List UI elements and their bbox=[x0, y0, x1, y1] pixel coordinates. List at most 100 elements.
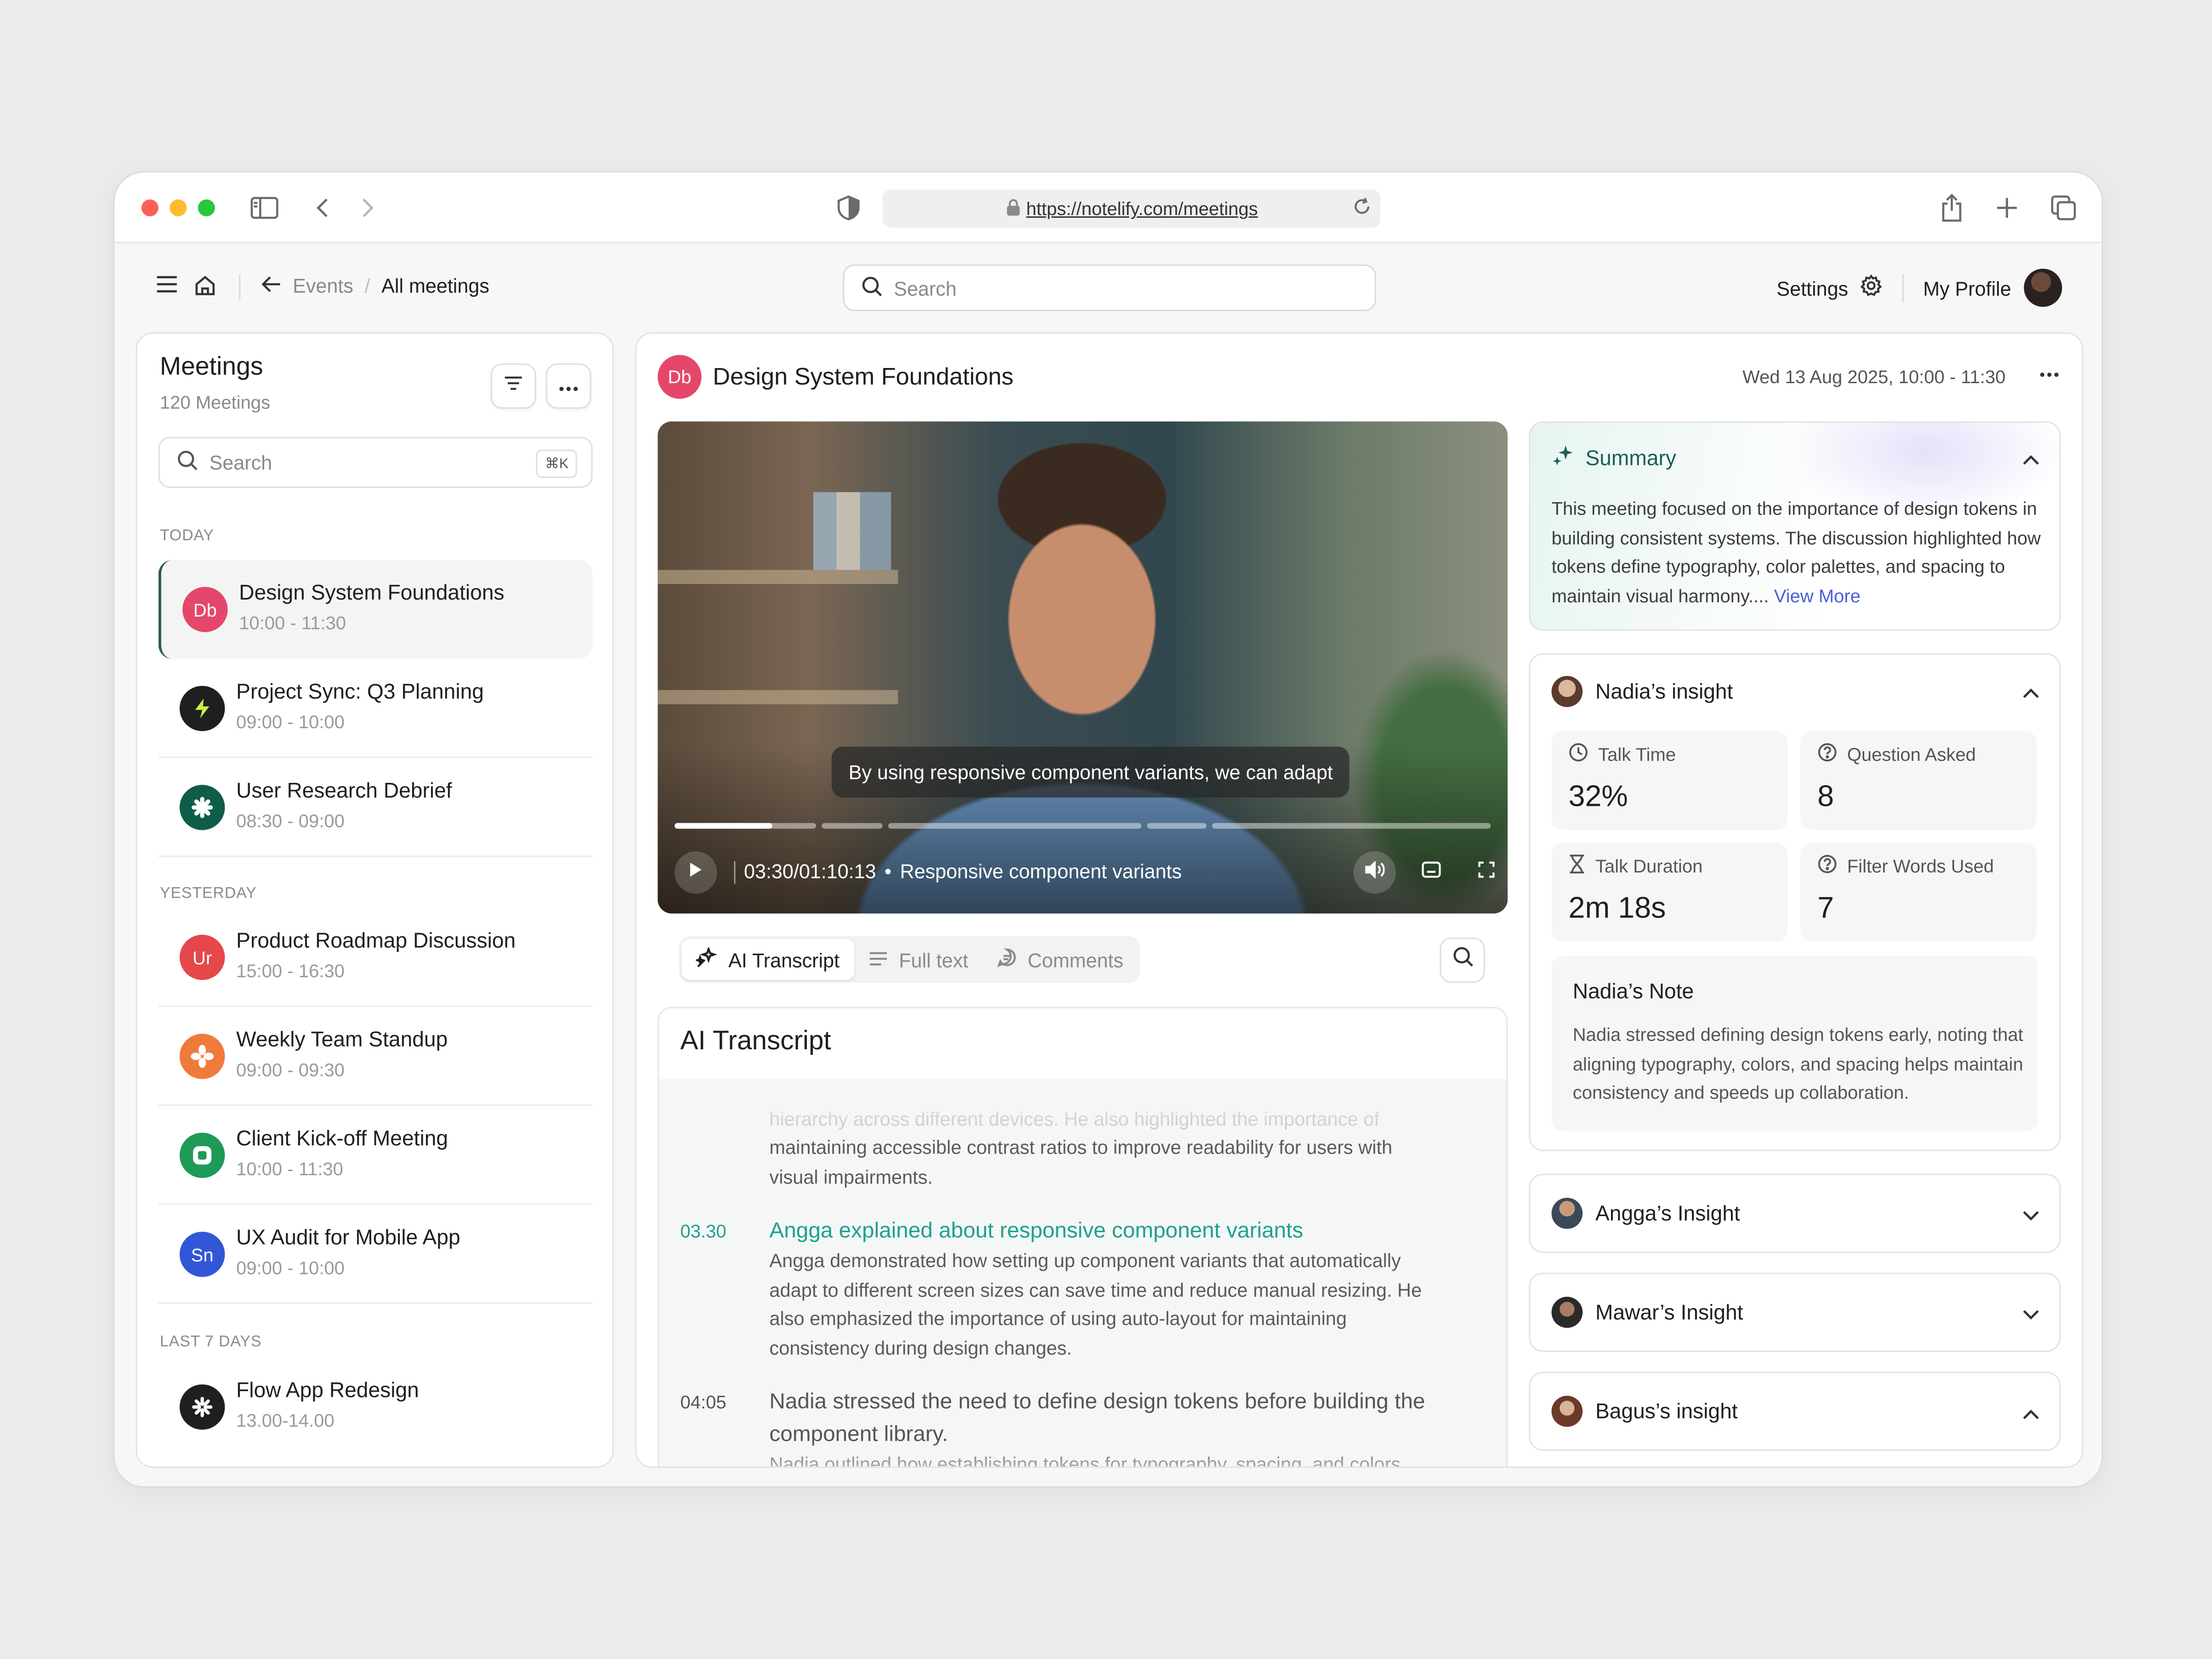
back-icon[interactable] bbox=[306, 191, 340, 225]
meeting-avatar: Db bbox=[658, 355, 702, 399]
stat-label: Talk Duration bbox=[1569, 854, 1703, 878]
meeting-title: UX Audit for Mobile App bbox=[236, 1226, 460, 1250]
chevron-up-icon[interactable] bbox=[2023, 447, 2040, 472]
global-search-input[interactable]: Search bbox=[843, 264, 1376, 311]
forward-icon[interactable] bbox=[351, 191, 385, 225]
profile-label: My Profile bbox=[1923, 276, 2011, 299]
meetings-search-input[interactable]: Search ⌘K bbox=[158, 437, 593, 488]
avatar bbox=[1551, 1198, 1583, 1229]
shield-icon[interactable] bbox=[832, 191, 866, 225]
group-yesterday: YESTERDAY bbox=[159, 885, 257, 902]
transcript-entry-title: Angga explained about responsive compone… bbox=[769, 1219, 1304, 1243]
insight-title: Nadia’s insight bbox=[1595, 679, 1733, 704]
meeting-item[interactable]: Client Kick-off Meeting 10:00 - 11:30 bbox=[158, 1106, 593, 1205]
accordion-header: Mawar’s Insight bbox=[1551, 1297, 1743, 1328]
stat-label-text: Filter Words Used bbox=[1847, 855, 1994, 877]
arrow-left-icon[interactable] bbox=[261, 274, 281, 297]
meeting-time: 15:00 - 16:30 bbox=[236, 960, 345, 982]
meeting-time: 10:00 - 11:30 bbox=[239, 612, 346, 634]
insight-header[interactable]: Nadia’s insight bbox=[1551, 676, 1733, 707]
header-divider bbox=[1902, 273, 1904, 302]
meeting-item[interactable]: Project Sync: Q3 Planning 09:00 - 10:00 bbox=[158, 659, 593, 758]
progress-segment bbox=[1212, 823, 1491, 829]
meeting-title: Design System Foundations bbox=[239, 581, 505, 606]
chevron-down-icon[interactable] bbox=[2023, 1302, 2040, 1328]
meeting-item[interactable]: User Research Debrief 08:30 - 09:00 bbox=[158, 758, 593, 857]
avatar bbox=[1551, 676, 1583, 707]
meeting-item[interactable]: Flow App Redesign 13.00-14.00 bbox=[159, 1358, 593, 1456]
breadcrumb-events[interactable]: Events bbox=[293, 274, 353, 297]
tab-full-text[interactable]: Full text bbox=[854, 939, 982, 980]
lock-icon bbox=[1005, 197, 1021, 220]
insight-accordion-angga[interactable]: Angga’s Insight bbox=[1529, 1173, 2061, 1253]
meeting-title: Weekly Team Standup bbox=[236, 1028, 448, 1053]
meeting-time: 09:00 - 10:00 bbox=[236, 1257, 345, 1279]
more-options-button[interactable] bbox=[546, 363, 591, 409]
accordion-label: Mawar’s Insight bbox=[1595, 1300, 1743, 1325]
stat-label-text: Talk Time bbox=[1598, 744, 1676, 765]
transcript-body[interactable]: hierarchy across different devices. He a… bbox=[659, 1079, 1507, 1466]
transcript-text: maintaining accessible contrast ratios t… bbox=[769, 1137, 1393, 1187]
play-button[interactable] bbox=[675, 851, 717, 894]
home-icon[interactable] bbox=[194, 274, 216, 304]
minimize-window-button[interactable] bbox=[170, 199, 187, 216]
meetings-count: 120 Meetings bbox=[159, 391, 271, 413]
note-text: Nadia stressed defining design tokens ea… bbox=[1572, 1024, 2023, 1103]
maximize-window-button[interactable] bbox=[198, 199, 215, 216]
app-header: Events / All meetings Search Settings My… bbox=[114, 244, 2102, 329]
close-window-button[interactable] bbox=[141, 199, 159, 216]
share-icon[interactable] bbox=[1935, 191, 1969, 225]
bolt-icon bbox=[179, 685, 225, 731]
more-icon[interactable] bbox=[2039, 359, 2059, 385]
transcript-timestamp[interactable]: 04:05 bbox=[681, 1392, 726, 1413]
address-bar[interactable]: https://notelify.com/meetings bbox=[882, 189, 1381, 228]
progress-segment bbox=[888, 823, 1141, 829]
progress-fill bbox=[675, 823, 773, 829]
profile-button[interactable]: My Profile bbox=[1923, 268, 2062, 307]
meeting-item[interactable]: Weekly Team Standup 09:00 - 09:30 bbox=[158, 1007, 593, 1106]
divider bbox=[158, 1302, 593, 1304]
insight-accordion-mawar[interactable]: Mawar’s Insight bbox=[1529, 1273, 2061, 1352]
tab-ai-transcript[interactable]: AI Transcript bbox=[681, 939, 854, 980]
chevron-up-icon[interactable] bbox=[2023, 1401, 2040, 1427]
insight-card: Nadia’s insight Talk Time 32% Question A… bbox=[1529, 653, 2061, 1151]
question-icon bbox=[1817, 742, 1837, 766]
tabs-overview-icon[interactable] bbox=[2047, 191, 2081, 225]
insight-accordion-bagus[interactable]: Bagus’s insight bbox=[1529, 1371, 2061, 1451]
new-tab-icon[interactable] bbox=[1990, 191, 2024, 225]
tab-comments[interactable]: Comments bbox=[982, 939, 1138, 980]
page-title: Design System Foundations bbox=[713, 363, 1014, 391]
video-player[interactable]: By using responsive component variants, … bbox=[658, 421, 1508, 914]
separator-dot: • bbox=[885, 860, 892, 883]
tab-label: Comments bbox=[1027, 948, 1123, 971]
settings-button[interactable]: Settings bbox=[1776, 274, 1882, 301]
reload-icon[interactable] bbox=[1352, 197, 1372, 221]
filter-button[interactable] bbox=[491, 363, 536, 409]
volume-button[interactable] bbox=[1353, 851, 1396, 894]
video-caption: By using responsive component variants, … bbox=[831, 747, 1350, 798]
menu-icon[interactable] bbox=[156, 274, 178, 301]
video-progress-bar[interactable] bbox=[675, 823, 1491, 829]
chevron-up-icon[interactable] bbox=[2023, 680, 2040, 706]
meeting-item[interactable]: Sn UX Audit for Mobile App 09:00 - 10:00 bbox=[158, 1205, 593, 1304]
flower-icon bbox=[179, 1034, 225, 1079]
meeting-title: User Research Debrief bbox=[236, 779, 452, 804]
meeting-avatar: Sn bbox=[179, 1231, 225, 1277]
summary-header[interactable]: Summary bbox=[1552, 444, 1676, 472]
stat-value: 7 bbox=[1817, 892, 1834, 925]
volume-icon bbox=[1365, 860, 1385, 885]
transcript-timestamp[interactable]: 03.30 bbox=[681, 1220, 726, 1241]
captions-button[interactable] bbox=[1410, 851, 1452, 894]
fullscreen-button[interactable] bbox=[1465, 851, 1508, 894]
view-more-link[interactable]: View More bbox=[1774, 585, 1860, 606]
transcript-search-button[interactable] bbox=[1440, 937, 1485, 983]
chevron-down-icon[interactable] bbox=[2023, 1203, 2040, 1229]
meeting-item[interactable]: Db Design System Foundations 10:00 - 11:… bbox=[158, 560, 593, 659]
sidebar-toggle-icon[interactable] bbox=[248, 191, 282, 225]
stat-filter-words: Filter Words Used 7 bbox=[1800, 843, 2037, 942]
accordion-label: Bagus’s insight bbox=[1595, 1399, 1738, 1424]
meeting-item[interactable]: Ur Product Roadmap Discussion 15:00 - 16… bbox=[158, 908, 593, 1007]
stat-label: Question Asked bbox=[1817, 742, 1976, 766]
stat-label-text: Talk Duration bbox=[1595, 855, 1703, 877]
insight-note: Nadia’s Note Nadia stressed defining des… bbox=[1551, 956, 2038, 1132]
